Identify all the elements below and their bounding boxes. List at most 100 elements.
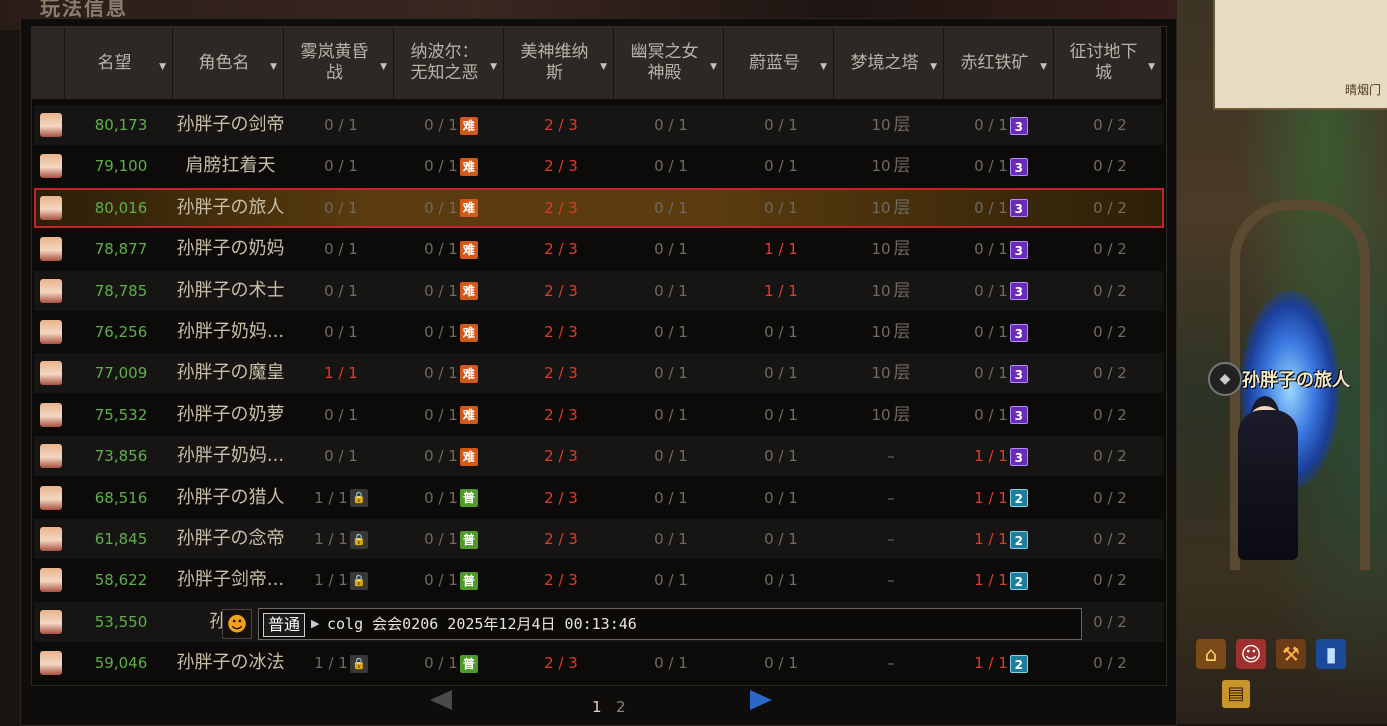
azure-cell-text: 0 / 1 [764, 654, 798, 673]
column-header-2[interactable]: 角色名 ▼ [173, 27, 284, 99]
sort-arrow-icon[interactable]: ▼ [159, 57, 166, 78]
dream-tower-cell-text: 10 [871, 116, 891, 134]
fog-dusk-cell-text: 1 / 1 [314, 488, 348, 507]
column-header-8[interactable]: 梦境之塔 ▼ [834, 27, 944, 99]
column-header-4[interactable]: 纳波尔：无知之恶 ▼ [394, 27, 504, 99]
phone-icon[interactable]: ▮ [1316, 639, 1346, 669]
crimson-mine-cell: 0 / 13 [946, 271, 1056, 311]
sort-arrow-icon[interactable]: ▼ [380, 57, 387, 78]
prev-page-icon[interactable] [430, 690, 452, 710]
venus-cell: 2 / 3 [506, 105, 616, 145]
table-row[interactable]: 76,256 孙胖子奶妈... 0 / 10 / 1难2 / 30 / 10 / 1… [34, 312, 1164, 352]
chat-channel-badge[interactable]: 普通 [263, 613, 306, 637]
sort-arrow-icon[interactable]: ▼ [710, 57, 717, 78]
venus-cell: 2 / 3 [506, 643, 616, 683]
character-sprite[interactable] [1238, 410, 1298, 560]
column-header-5[interactable]: 美神维纳斯 ▼ [504, 27, 614, 99]
column-header-label: 赤红铁矿 [960, 52, 1029, 73]
table-row[interactable]: 77,009 孙胖子の魔皇 1 / 10 / 1难2 / 30 / 10 / 1 10… [34, 353, 1164, 394]
column-header-3[interactable]: 雾岚黄昏战 ▼ [284, 27, 394, 99]
fame-cell: 68,516 [67, 478, 175, 518]
azure-cell: 0 / 1 [726, 436, 836, 476]
name-cell: 孙胖子の猎人 [175, 478, 286, 518]
crimson-mine-cell: 1 / 12 [946, 560, 1056, 600]
difficulty-badge: 3 [1009, 157, 1028, 176]
venus-cell-text: 2 / 3 [544, 654, 578, 673]
column-header-9[interactable]: 赤红铁矿 ▼ [944, 27, 1054, 99]
dungeon-cell: 0 / 2 [1056, 560, 1164, 600]
table-row[interactable]: 79,100 肩膀扛着天 0 / 10 / 1难2 / 30 / 10 / 1 10 层… [34, 146, 1164, 187]
fog-dusk-cell-text: 0 / 1 [324, 405, 358, 424]
table-row[interactable]: 68,516 孙胖子の猎人 1 / 1 🔒 0 / 1普2 / 30 / 10 / 1–… [34, 477, 1164, 518]
dungeon-cell-text: 0 / 2 [1093, 116, 1127, 134]
nabol-cell: 0 / 1难 [396, 105, 506, 145]
venus-cell-text: 2 / 3 [544, 116, 578, 134]
fog-dusk-cell-text: 0 / 1 [324, 157, 358, 176]
fog-dusk-cell: 0 / 1 [286, 229, 396, 269]
underworld-temple-cell-text: 0 / 1 [654, 281, 688, 300]
dungeon-cell-text: 0 / 2 [1093, 405, 1127, 424]
book-icon[interactable]: ▤ [1222, 680, 1250, 708]
sort-arrow-icon[interactable]: ▼ [270, 57, 277, 78]
column-header-label: 征讨地下城 [1069, 42, 1138, 83]
column-header-7[interactable]: 蔚蓝号 ▼ [724, 27, 834, 99]
floor-unit: 层 [893, 280, 911, 301]
venus-cell-text: 2 / 3 [544, 157, 578, 176]
crimson-mine-cell-text: 1 / 1 [974, 654, 1008, 673]
nabol-cell-text: 0 / 1 [424, 281, 458, 300]
sort-arrow-icon[interactable]: ▼ [600, 57, 607, 78]
page-1-link[interactable]: 1 [592, 698, 602, 716]
fame-cell-text: 58,622 [94, 571, 148, 590]
column-header-1[interactable]: 名望 ▼ [65, 27, 173, 99]
fame-cell: 80,016 [67, 188, 175, 228]
azure-cell: 0 / 1 [726, 519, 836, 559]
table-row[interactable]: 78,877 孙胖子の奶妈 0 / 10 / 1难2 / 30 / 11 / 1 10… [34, 229, 1164, 270]
table-row[interactable]: 73,856 孙胖子奶妈... 0 / 10 / 1难2 / 30 / 10 / 1… [34, 436, 1164, 477]
sort-arrow-icon[interactable]: ▼ [820, 57, 827, 78]
anvil-icon[interactable]: ⚒ [1276, 639, 1306, 669]
column-header-label: 幽冥之女神殿 [630, 42, 699, 83]
page-2-link[interactable]: 2 [616, 698, 626, 716]
fog-dusk-cell-text: 1 / 1 [324, 364, 358, 383]
avatar [40, 320, 62, 344]
lock-icon: 🔒 [349, 571, 368, 590]
table-row[interactable]: 80,173 孙胖子の剑帝 0 / 10 / 1难2 / 30 / 10 / 1 10… [34, 105, 1164, 145]
dream-tower-cell-text: 10 [871, 364, 891, 383]
name-cell: 孙胖子の魔皇 [175, 353, 286, 393]
azure-cell: 0 / 1 [726, 105, 836, 145]
fog-dusk-cell: 0 / 1 [286, 436, 396, 476]
nabol-cell: 0 / 1难 [396, 312, 506, 352]
dream-tower-cell: – [836, 436, 946, 476]
column-header-10[interactable]: 征讨地下城 ▼ [1054, 27, 1162, 99]
sort-arrow-icon[interactable]: ▼ [1148, 57, 1155, 78]
venus-cell-text: 2 / 3 [544, 571, 578, 590]
venus-cell: 2 / 3 [506, 146, 616, 186]
dungeon-cell-text: 0 / 2 [1093, 488, 1127, 507]
venus-cell-text: 2 / 3 [544, 281, 578, 300]
table-row[interactable]: 80,016 孙胖子の旅人 0 / 10 / 1难2 / 30 / 10 / 1 10… [34, 187, 1164, 228]
table-row[interactable]: 61,845 孙胖子の念帝 1 / 1 🔒 0 / 1普2 / 30 / 10 / 1–… [34, 519, 1164, 559]
dream-tower-cell: 10 层 [836, 146, 946, 186]
difficulty-badge: 普 [459, 654, 478, 673]
nabol-cell-text: 0 / 1 [424, 240, 458, 259]
nabol-cell: 0 / 1难 [396, 436, 506, 476]
fame-cell: 59,046 [67, 643, 175, 683]
emoji-icon[interactable]: ☻ [222, 609, 252, 639]
column-header-6[interactable]: 幽冥之女神殿 ▼ [614, 27, 724, 99]
table-row[interactable]: 59,046 孙胖子の冰法 1 / 1 🔒 0 / 1普2 / 30 / 10 / 1–… [34, 643, 1164, 684]
home-icon[interactable]: ⌂ [1196, 639, 1226, 669]
crimson-mine-cell: 0 / 13 [946, 312, 1056, 352]
sort-arrow-icon[interactable]: ▼ [930, 57, 937, 78]
azure-cell-text: 1 / 1 [764, 240, 798, 259]
dream-tower-cell: 10 层 [836, 395, 946, 435]
table-row[interactable]: 78,785 孙胖子の术士 0 / 10 / 1难2 / 30 / 11 / 1 10… [34, 270, 1164, 311]
name-cell-text: 孙胖子の术士 [176, 279, 285, 301]
sort-arrow-icon[interactable]: ▼ [490, 57, 497, 78]
table-row[interactable]: 75,532 孙胖子の奶萝 0 / 10 / 1难2 / 30 / 10 / 1 10… [34, 394, 1164, 435]
sort-arrow-icon[interactable]: ▼ [1040, 57, 1047, 78]
avatar-icon[interactable]: ☺ [1236, 639, 1266, 669]
next-page-icon[interactable] [750, 690, 772, 710]
avatar [40, 651, 62, 676]
table-row[interactable]: 58,622 孙胖子剑帝... 1 / 1 🔒 0 / 1普2 / 30 / 10 / … [34, 560, 1164, 601]
dungeon-cell: 0 / 2 [1056, 436, 1164, 476]
